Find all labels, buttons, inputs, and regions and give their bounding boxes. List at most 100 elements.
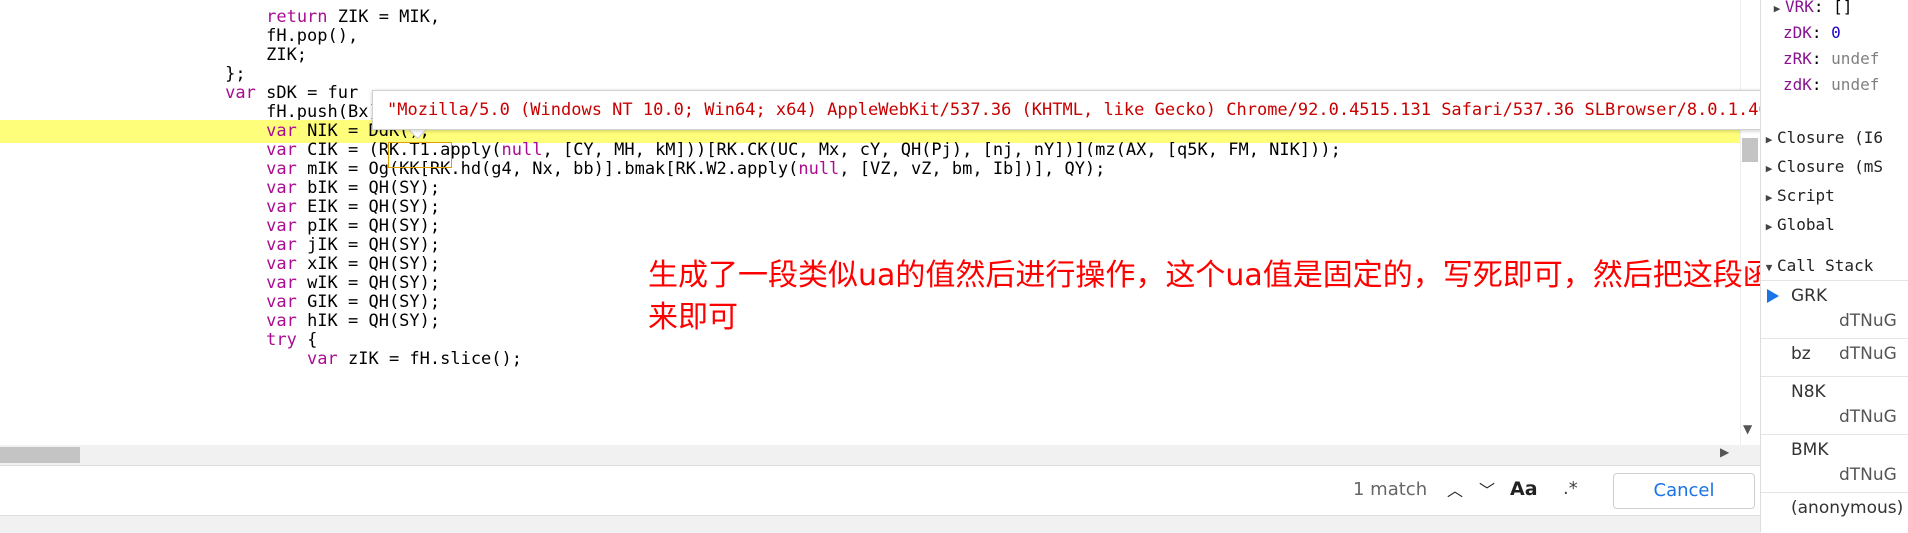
code-keyword: var xyxy=(266,216,297,236)
code-line: var zIK = fH.slice(); xyxy=(0,348,522,371)
frame-function: GRK xyxy=(1791,286,1828,306)
expand-triangle-icon: ▶ xyxy=(1765,162,1773,175)
find-bar: 1 match ︿ ﹀ Aa .* Cancel xyxy=(0,465,1760,516)
scope-variable[interactable]: zRK: undef xyxy=(1783,46,1908,72)
code-token: , [VZ, vZ, bm, Ib])], QY); xyxy=(839,159,1106,179)
code-token: fH.pop(), xyxy=(0,26,359,46)
variable-name: zdK xyxy=(1783,75,1812,94)
variable-name: VRK xyxy=(1785,0,1814,16)
scope-variable[interactable]: ▶ VRK: [] xyxy=(1769,0,1908,20)
expand-triangle-icon: ▶ xyxy=(1765,191,1773,204)
code-keyword: var xyxy=(266,140,297,160)
variable-value: 0 xyxy=(1831,23,1841,42)
code-keyword: var xyxy=(266,197,297,217)
variable-name: zRK xyxy=(1783,49,1812,68)
horizontal-scroll-thumb[interactable] xyxy=(0,447,80,463)
code-token: { xyxy=(296,330,318,350)
scope-section[interactable]: ▶ Script xyxy=(1761,182,1908,210)
match-count: 1 match xyxy=(1353,479,1428,500)
previous-match-button[interactable]: ︿ xyxy=(1442,476,1468,506)
code-token: ZIK = MIK, xyxy=(327,7,441,27)
code-token: zIK = fH.slice(); xyxy=(337,349,522,369)
regex-button[interactable]: .* xyxy=(1563,478,1578,499)
frame-file: dTNuG xyxy=(1839,311,1897,331)
call-stack-header[interactable]: ▼ Call Stack xyxy=(1761,252,1908,280)
code-editor[interactable]: return ZIK = MIK, fH.pop(), ZIK; }; var … xyxy=(0,0,1760,445)
code-token: mIK = Og(KK[RK.hd(g4, Nx, bb)].bmak[RK.W… xyxy=(296,159,799,179)
code-token: bIK = QH(SY); xyxy=(296,178,441,198)
scope-section-label: Global xyxy=(1777,215,1835,234)
frame-function: (anonymous) xyxy=(1791,498,1904,518)
code-keyword: var xyxy=(225,83,256,103)
scope-section[interactable]: ▶ Global xyxy=(1761,211,1908,239)
code-token: , [CY, MH, kM]))[RK.CK(UC, Mx, cY, QH(Pj… xyxy=(542,140,1341,160)
code-token: }; xyxy=(0,64,246,84)
scope-section-label: Closure (I6 xyxy=(1777,128,1883,147)
code-token: sDK = fur xyxy=(255,83,359,103)
call-stack-frame[interactable]: GRK dTNuG xyxy=(1761,280,1908,339)
scope-section[interactable]: ▶ Closure (mS xyxy=(1761,153,1908,181)
code-keyword: var xyxy=(266,178,297,198)
call-stack-frame[interactable]: (anonymous) xyxy=(1761,492,1908,532)
code-token: xIK = QH(SY); xyxy=(296,254,441,274)
scroll-right-arrow-icon[interactable]: ▶ xyxy=(1720,445,1729,459)
next-match-button[interactable]: ﹀ xyxy=(1474,476,1500,506)
expand-triangle-icon: ▶ xyxy=(1765,220,1773,233)
variable-value: [] xyxy=(1833,0,1853,16)
code-token: ZIK; xyxy=(0,45,308,65)
call-stack-frame[interactable]: BMK dTNuG xyxy=(1761,434,1908,493)
call-stack-frame[interactable]: bz dTNuG xyxy=(1761,338,1908,377)
code-keyword: var xyxy=(266,121,297,141)
scope-section-label: Closure (mS xyxy=(1777,157,1883,176)
variable-value: undef xyxy=(1831,49,1880,68)
expand-triangle-icon: ▶ xyxy=(1765,133,1773,146)
frame-function: N8K xyxy=(1791,382,1826,402)
code-token: GIK = QH(SY); xyxy=(296,292,441,312)
match-case-button[interactable]: Aa xyxy=(1510,478,1538,500)
frame-file: dTNuG xyxy=(1839,344,1897,364)
code-keyword: var xyxy=(266,292,297,312)
code-token: wIK = QH(SY); xyxy=(296,273,441,293)
scope-variable[interactable]: zDK: 0 xyxy=(1783,20,1908,46)
code-keyword: var xyxy=(266,159,297,179)
scope-section[interactable]: ▶ Closure (I6 xyxy=(1761,124,1908,152)
frame-function: bz xyxy=(1791,344,1811,364)
code-keyword: null xyxy=(798,159,840,179)
annotation-text: 生成了一段类似ua的值然后进行操作，这个ua值是固定的，写死即可，然后把这段函数… xyxy=(648,258,1863,335)
variable-name: zDK xyxy=(1783,23,1812,42)
current-frame-arrow-icon xyxy=(1767,289,1779,303)
code-keyword: var xyxy=(307,349,338,369)
expand-triangle-icon: ▶ xyxy=(1773,2,1781,15)
code-keyword: try xyxy=(266,330,297,350)
cancel-button[interactable]: Cancel xyxy=(1613,473,1755,509)
code-token: EIK = QH(SY); xyxy=(296,197,441,217)
scope-variable[interactable]: zdK: undef xyxy=(1783,72,1908,98)
chevron-up-icon: ︿ xyxy=(1446,481,1463,500)
vertical-scroll-thumb[interactable] xyxy=(1742,138,1758,162)
scroll-down-arrow-icon[interactable]: ▼ xyxy=(1743,422,1752,436)
collapse-triangle-icon: ▼ xyxy=(1765,261,1773,274)
call-stack-frame[interactable]: N8K dTNuG xyxy=(1761,376,1908,435)
vertical-scrollbar[interactable] xyxy=(1740,0,1761,445)
code-token: fH.push(Bx), xyxy=(0,102,389,122)
variable-value: undef xyxy=(1831,75,1880,94)
scope-panel: ▶ VRK: [] zDK: 0 zRK: undef zdK: undef ▶ Clos… xyxy=(1760,0,1908,532)
code-keyword: return xyxy=(266,7,328,27)
current-call-highlight xyxy=(388,142,452,168)
chevron-down-icon: ﹀ xyxy=(1478,481,1495,500)
horizontal-scrollbar[interactable] xyxy=(0,445,1760,465)
